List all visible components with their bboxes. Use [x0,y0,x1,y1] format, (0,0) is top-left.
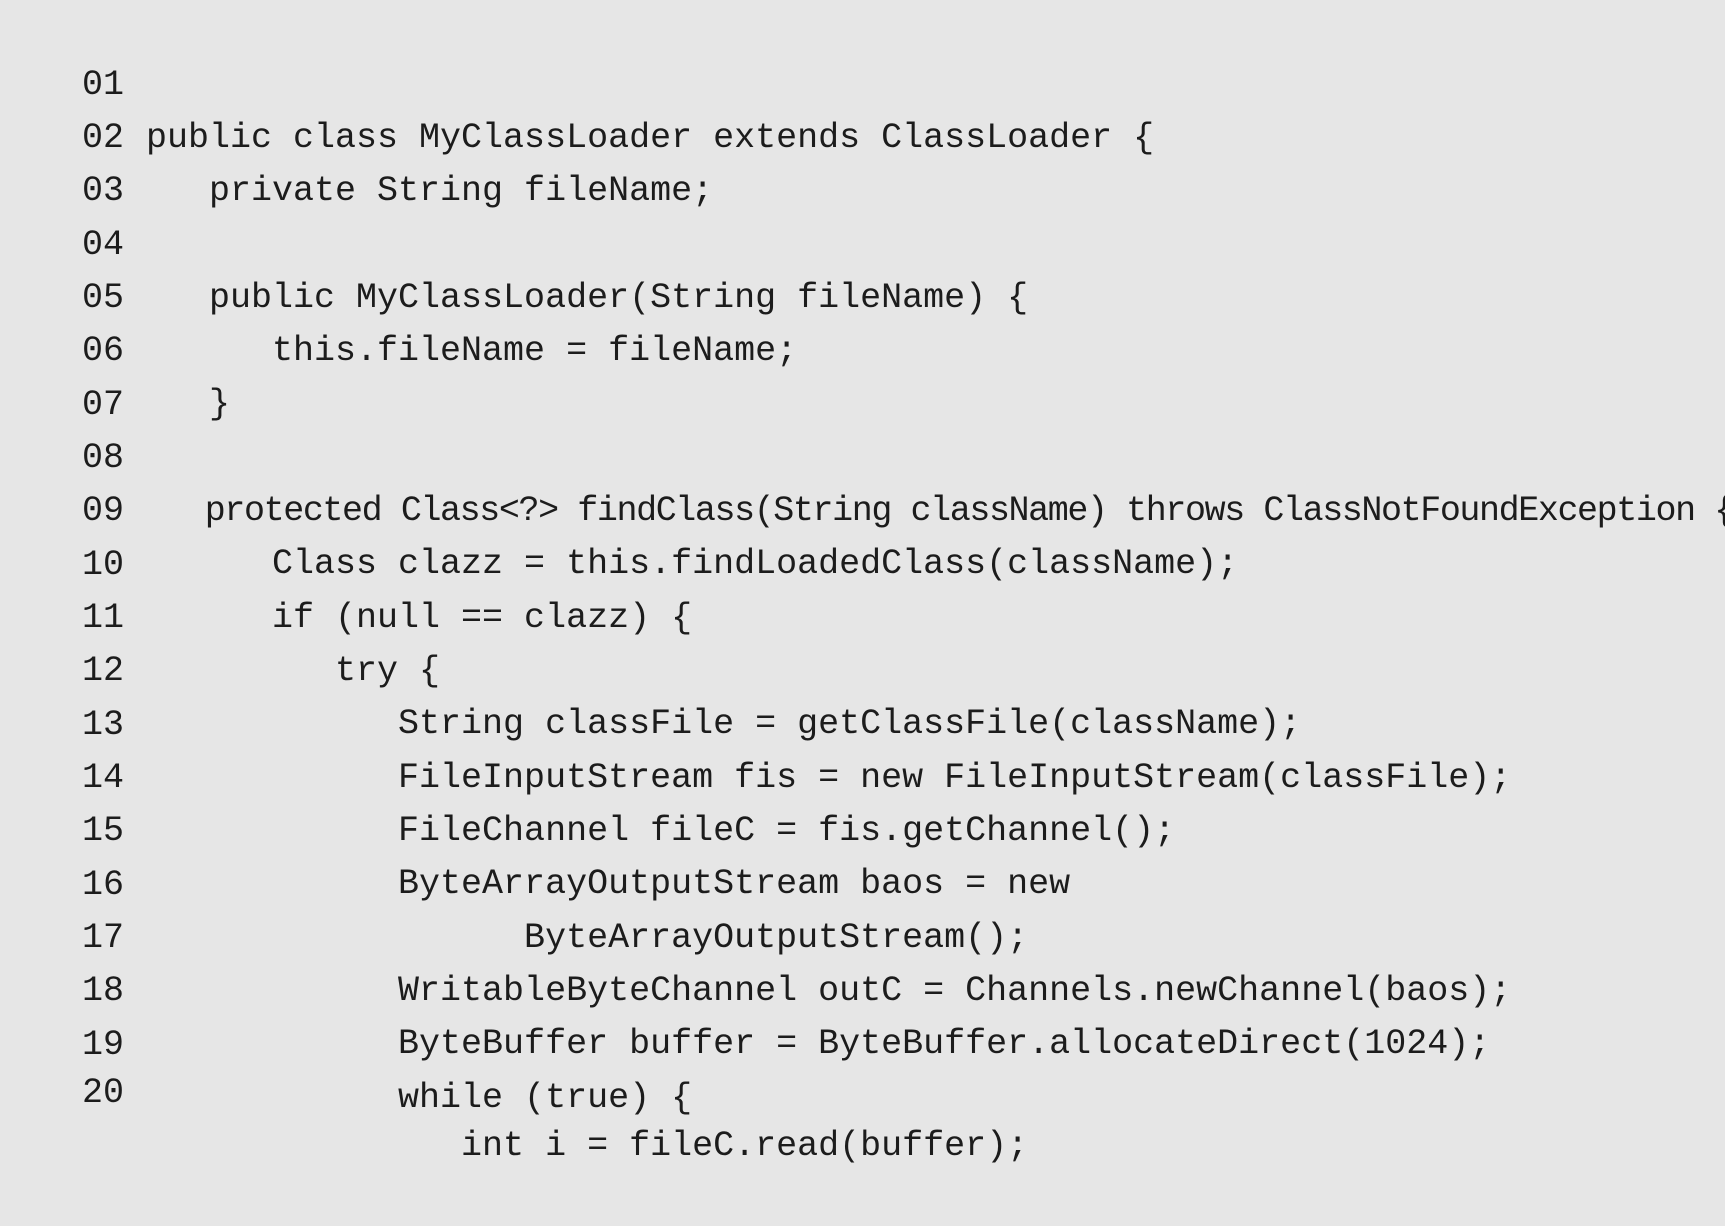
code-line: 20 int i = fileC.read(buffer); [0,1014,1028,1166]
line-code: public class MyClassLoader extends Class… [146,118,1155,158]
line-number: 20 [82,1073,125,1113]
code-line: 15 ByteArrayOutputStream baos = new [0,752,1070,904]
line-code: String classFile = getClassFile(classNam… [146,704,1302,744]
line-code: FileChannel fileC = fis.getChannel(); [146,811,1176,851]
code-line: 05 this.fileName = fileName; [0,219,797,371]
line-number: 08 [82,438,125,478]
line-code: public MyClassLoader(String fileName) { [146,278,1029,318]
line-number: 12 [82,651,125,691]
code-line: 02 private String fileName; [0,59,713,211]
line-number: 10 [82,545,125,585]
code-line: 12 String classFile = getClassFile(class… [0,592,1301,744]
code-line: 19 while (true) { [0,966,692,1118]
code-line: 01 public class MyClassLoader extends Cl… [0,6,1154,158]
line-number: 06 [82,331,125,371]
line-code: try { [146,651,441,691]
code-line: 17 WritableByteChannel outC = Channels.n… [0,859,1511,1011]
line-number: 14 [82,758,125,798]
code-line: 08 protected Class<?> findClass(String c… [0,379,1725,531]
line-code: while (true) { [146,1078,693,1118]
line-number: 18 [82,971,125,1011]
line-code: private String fileName; [146,171,714,211]
line-code: this.fileName = fileName; [146,331,798,371]
line-number: 01 [82,65,125,105]
code-line: 13 FileInputStream fis = new FileInputSt… [0,646,1511,798]
code-line: 07 [0,326,124,425]
line-number: 17 [82,918,125,958]
line-number: 09 [82,491,125,531]
line-code: ByteArrayOutputStream baos = new [146,864,1071,904]
line-code: protected Class<?> findClass(String clas… [146,491,1725,531]
code-line: 11 try { [0,539,440,691]
line-number: 02 [82,118,125,158]
code-line: 09 Class clazz = this.findLoadedClass(cl… [0,432,1238,584]
line-code: WritableByteChannel outC = Channels.newC… [146,971,1512,1011]
line-number: 03 [82,171,125,211]
code-line: 18 ByteBuffer buffer = ByteBuffer.alloca… [0,912,1490,1064]
line-number: 15 [82,811,125,851]
line-code: Class clazz = this.findLoadedClass(class… [146,544,1239,584]
code-line: 16 ByteArrayOutputStream(); [0,806,1028,958]
line-number: 07 [82,385,125,425]
line-number: 16 [82,865,125,905]
line-number: 11 [82,598,125,638]
code-line: 04 public MyClassLoader(String fileName)… [0,166,1028,318]
line-code: } [146,384,231,424]
line-number: 19 [82,1025,125,1065]
line-code: int i = fileC.read(buffer); [146,1126,1029,1166]
code-line: 03 [0,112,124,211]
line-code: ByteArrayOutputStream(); [146,918,1029,958]
line-code: ByteBuffer buffer = ByteBuffer.allocateD… [146,1024,1491,1064]
line-code: if (null == clazz) { [146,598,693,638]
line-code: FileInputStream fis = new FileInputStrea… [146,758,1512,798]
line-number: 05 [82,278,125,318]
line-number: 04 [82,225,125,265]
code-listing: 01 public class MyClassLoader extends Cl… [0,0,1725,1166]
code-line: 14 FileChannel fileC = fis.getChannel(); [0,699,1175,851]
code-line: 10 if (null == clazz) { [0,486,692,638]
code-line: 06 } [0,272,230,424]
line-number: 13 [82,705,125,745]
